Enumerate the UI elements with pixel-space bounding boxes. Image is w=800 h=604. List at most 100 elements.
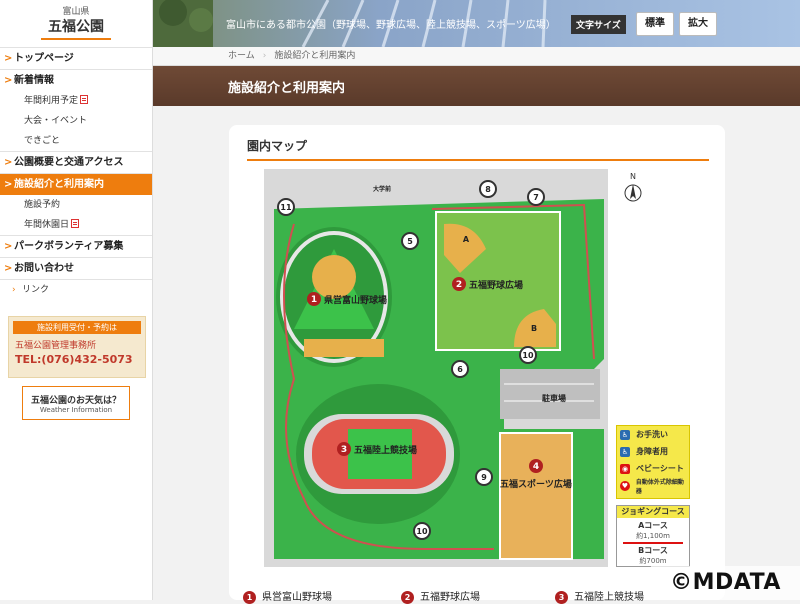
weather-title: 五福公園のお天気は？: [30, 396, 121, 406]
park-map[interactable]: 1 2 3 4 県営富山野球場 五福野球広場 五福陸上競技場 五福スポーツ広場 …: [264, 169, 608, 567]
sidebar: 富山県 五福公園 > トップページ > 新着情報 年間利用予定 大会・イベント でき…: [0, 0, 153, 600]
nav-contact[interactable]: > お問い合わせ: [0, 257, 152, 279]
jogging-legend: ジョギングコース Aコース 約1,100m Bコース 約700m: [616, 505, 690, 567]
nav-links[interactable]: › リンク: [0, 279, 152, 299]
facility-name-2: 五福野球広場: [469, 279, 523, 291]
facility-list-label: 五福陸上競技場: [574, 592, 644, 603]
nav-sub-label: 大会・イベント: [24, 116, 88, 126]
weather-subtitle: Weather Information: [39, 406, 113, 414]
nav-label: リンク: [22, 285, 50, 295]
toilet-icon: ♿: [620, 429, 630, 440]
jogging-title: ジョギングコース: [617, 506, 689, 518]
legend-accessible: ♿ 身障者用: [617, 443, 689, 460]
breadcrumb-current: 施設紹介と利用案内: [274, 51, 356, 61]
parking-label: 駐車場: [542, 393, 566, 403]
facility-list-label: 県営富山野球場: [262, 592, 332, 603]
nav-label: トップページ: [14, 53, 74, 64]
legend-label: ベビーシート: [636, 464, 684, 473]
nav-sub-closed-days[interactable]: 年間休園日: [0, 215, 152, 235]
nav-sub-events[interactable]: 大会・イベント: [0, 111, 152, 131]
nav-label: お問い合わせ: [14, 263, 74, 274]
facility-name-1: 県営富山野球場: [324, 294, 387, 306]
page-banner: 施設紹介と利用案内: [153, 66, 800, 106]
nav-label: 公園概要と交通アクセス: [14, 157, 124, 168]
facility-number: 1: [243, 591, 256, 604]
facility-list-item[interactable]: 3 五福陸上競技場: [555, 588, 644, 604]
font-standard-button[interactable]: 標準: [636, 12, 674, 36]
legend-label: 自動体外式除細動器: [635, 478, 684, 495]
nav-sub-reservation[interactable]: 施設予約: [0, 195, 152, 215]
contact-tel[interactable]: TEL:(076)432-5073: [9, 351, 145, 368]
nav-label: 新着情報: [14, 75, 54, 86]
font-large-button[interactable]: 拡大: [679, 12, 717, 36]
facility-number: 2: [401, 591, 414, 604]
pdf-icon: [80, 95, 89, 104]
nav-top[interactable]: > トップページ: [0, 47, 152, 69]
contact-box: 施設利用受付・予約は 五福公園管理事務所 TEL:(076)432-5073: [8, 316, 146, 378]
prefecture-label: 富山県: [62, 7, 90, 17]
page-title: 施設紹介と利用案内: [228, 81, 346, 96]
point-marker-label: 5: [407, 237, 413, 246]
univ-stop-label: 大学前: [373, 185, 391, 193]
point-marker-label: 9: [481, 473, 487, 482]
facility-marker-label: 3: [341, 445, 347, 455]
point-marker-label: 10: [416, 527, 428, 536]
legend-label: お手洗い: [636, 430, 668, 439]
nav-sub-annual-schedule[interactable]: 年間利用予定: [0, 91, 152, 111]
facility-number: 3: [555, 591, 568, 604]
copyright-watermark: ©MDATA: [651, 566, 800, 600]
chevron-right-icon: >: [4, 157, 13, 168]
nav-facilities[interactable]: > 施設紹介と利用案内: [0, 173, 152, 195]
contact-office: 五福公園管理事務所: [15, 341, 97, 351]
header: 富山市にある都市公園（野球場、野球広場、陸上競技場、スポーツ広場） 文字サイズ …: [153, 0, 800, 47]
course-b-length: 約700m: [639, 557, 667, 565]
chevron-right-icon: >: [4, 75, 13, 86]
map-legend: ♿ お手洗い ♿ 身障者用 ◉ ベビーシート ♥ 自動体外式除細動器: [616, 425, 690, 499]
field-b-label: B: [531, 324, 537, 333]
field-a-label: A: [463, 235, 470, 244]
nav-news[interactable]: > 新着情報: [0, 69, 152, 91]
facility-name-3: 五福陸上競技場: [354, 444, 417, 456]
weather-button[interactable]: 五福公園のお天気は？ Weather Information: [22, 386, 130, 420]
course-a-line: [623, 542, 683, 544]
breadcrumb-home[interactable]: ホーム: [228, 51, 255, 61]
legend-toilet: ♿ お手洗い: [617, 426, 689, 443]
nav-sub-label: 年間休園日: [24, 220, 70, 230]
content-card: 園内マップ 1 2 3 4 県営富山野球場 五福野球広場 五福陸上競技場 五福ス…: [229, 125, 725, 604]
point-marker-label: 7: [533, 193, 539, 202]
north-label: N: [630, 172, 636, 181]
north-compass-icon: N: [624, 172, 642, 202]
site-logo[interactable]: 富山県 五福公園: [0, 0, 152, 47]
point-marker-label: 10: [522, 351, 534, 360]
nav-sub-happenings[interactable]: できごと: [0, 131, 152, 151]
aed-icon: ♥: [620, 480, 630, 491]
section-title: 園内マップ: [247, 139, 308, 153]
legend-baby: ◉ ベビーシート: [617, 460, 689, 477]
nav-label: 施設紹介と利用案内: [14, 179, 104, 190]
point-marker-label: 11: [280, 203, 292, 212]
course-a-length: 約1,100m: [636, 532, 670, 540]
breadcrumb-separator: ›: [262, 51, 267, 61]
nav-volunteer[interactable]: > パークボランティア募集: [0, 235, 152, 257]
contact-header: 施設利用受付・予約は: [13, 321, 141, 334]
course-a-name: Aコース: [638, 521, 668, 530]
nav-sub-label: 施設予約: [24, 200, 61, 210]
facility-marker-label: 4: [533, 462, 539, 472]
pdf-icon: [71, 219, 80, 228]
nav-sub-label: 年間利用予定: [24, 96, 79, 106]
section-rule: [247, 159, 709, 161]
baby-seat-icon: ◉: [620, 463, 630, 474]
facility-list-item[interactable]: 2 五福野球広場: [401, 588, 480, 604]
facility-name-4: 五福スポーツ広場: [500, 478, 572, 490]
breadcrumb: ホーム › 施設紹介と利用案内: [153, 47, 800, 66]
facility-list-item[interactable]: 1 県営富山野球場: [243, 588, 332, 604]
nav-sub-label: できごと: [24, 136, 61, 146]
chevron-right-icon: >: [4, 53, 13, 64]
nav-overview-access[interactable]: > 公園概要と交通アクセス: [0, 151, 152, 173]
header-tagline: 富山市にある都市公園（野球場、野球広場、陸上競技場、スポーツ広場）: [226, 20, 556, 31]
park-name: 五福公園: [48, 19, 104, 35]
facility-list-label: 五福野球広場: [420, 592, 480, 603]
chevron-right-icon: >: [4, 263, 13, 274]
logo-underline: [41, 38, 111, 40]
chevron-right-icon: ›: [12, 285, 16, 295]
